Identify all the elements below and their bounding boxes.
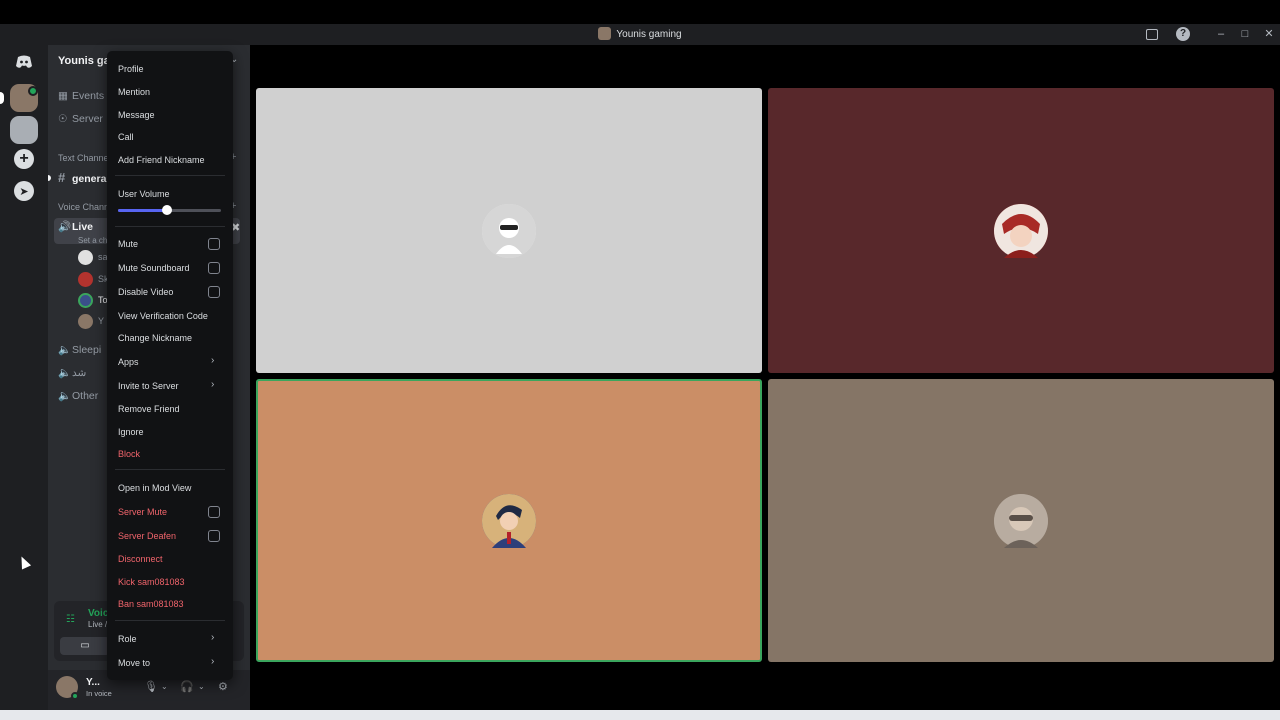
selected-server-pill [0, 92, 4, 104]
menu-label-user-volume: User Volume [118, 189, 170, 199]
close-icon[interactable]: ✕ [1262, 27, 1276, 41]
window-title-text: Younis gaming [616, 29, 682, 40]
menu-item-block[interactable]: Block [118, 449, 140, 459]
menu-divider [115, 226, 225, 227]
menu-item-message[interactable]: Message [118, 110, 155, 120]
speaker-icon: 🔊 [58, 221, 72, 233]
avatar [482, 493, 536, 548]
top-strip [0, 0, 1280, 24]
unread-indicator [48, 175, 51, 181]
video-stage [250, 45, 1280, 710]
microphone-icon[interactable]: 🎙 [144, 680, 158, 693]
menu-item-mention[interactable]: Mention [118, 87, 150, 97]
user-context-menu: Profile Mention Message Call Add Friend … [107, 51, 233, 680]
gear-icon[interactable]: ⚙ [218, 680, 228, 693]
server-icon-other[interactable] [10, 116, 38, 144]
chevron-right-icon: › [211, 355, 215, 366]
chevron-right-icon: › [211, 632, 215, 643]
menu-item-invite-to-server[interactable]: Invite to Server [118, 381, 179, 391]
menu-item-mute[interactable]: Mute [118, 239, 138, 249]
video-tile[interactable] [256, 88, 762, 373]
category-text[interactable]: Text Channe [58, 153, 109, 163]
video-tile[interactable] [768, 379, 1274, 662]
shield-icon: ☉ [58, 113, 68, 125]
signal-icon[interactable]: ☷ [66, 614, 75, 625]
window-title: Younis gaming [0, 27, 1280, 40]
channel-arabic[interactable]: 🔈شد [58, 366, 86, 379]
menu-item-move-to[interactable]: Move to [118, 658, 150, 668]
discord-home-icon[interactable] [10, 48, 38, 76]
title-bar: Younis gaming ? – □ ✕ [0, 24, 1280, 45]
chevron-down-icon[interactable]: ⌄ [198, 682, 205, 691]
mute-soundboard-checkbox[interactable] [208, 262, 220, 274]
menu-item-disable-video[interactable]: Disable Video [118, 287, 173, 297]
server-voice-badge [28, 86, 38, 96]
menu-item-mute-soundboard[interactable]: Mute Soundboard [118, 263, 190, 273]
add-server-icon[interactable]: + [14, 149, 34, 169]
channel-other[interactable]: 🔈Other [58, 389, 98, 402]
user-volume-slider-handle[interactable] [162, 205, 173, 215]
user-status: In voice [86, 689, 112, 698]
chevron-right-icon: › [211, 656, 215, 667]
inbox-icon[interactable] [1146, 29, 1158, 40]
mute-checkbox[interactable] [208, 238, 220, 250]
menu-divider [115, 620, 225, 621]
menu-item-add-friend-nickname[interactable]: Add Friend Nickname [118, 155, 205, 165]
avatar [78, 250, 93, 265]
avatar [78, 293, 93, 308]
channel-sleeping[interactable]: 🔈Sleepi [58, 343, 101, 356]
minimize-icon[interactable]: – [1214, 27, 1228, 41]
sidebar-item-server[interactable]: ☉ Server [58, 113, 103, 125]
menu-divider [115, 175, 225, 176]
explore-icon[interactable]: ➤ [14, 181, 34, 201]
menu-item-remove-friend[interactable]: Remove Friend [118, 404, 180, 414]
channel-general[interactable]: # genera [58, 170, 106, 185]
server-thumb-icon [598, 27, 612, 40]
menu-item-call[interactable]: Call [118, 132, 134, 142]
channel-live[interactable]: 🔊Live [58, 220, 93, 233]
menu-item-ignore[interactable]: Ignore [118, 427, 144, 437]
chevron-right-icon: › [211, 379, 215, 390]
hash-icon: # [58, 170, 66, 185]
menu-item-kick[interactable]: Kick sam081083 [118, 577, 185, 587]
menu-item-disconnect[interactable]: Disconnect [118, 554, 163, 564]
menu-item-change-nickname[interactable]: Change Nickname [118, 333, 192, 343]
avatar [482, 203, 536, 258]
category-voice[interactable]: Voice Chann [58, 202, 109, 212]
video-tile-speaking[interactable] [256, 379, 762, 662]
menu-item-server-deafen[interactable]: Server Deafen [118, 531, 176, 541]
menu-divider [115, 469, 225, 470]
menu-item-profile[interactable]: Profile [118, 64, 144, 74]
online-status-icon [71, 692, 79, 700]
camera-off-button[interactable]: ▭ [60, 637, 110, 655]
server-deafen-checkbox[interactable] [208, 530, 220, 542]
menu-item-ban[interactable]: Ban sam081083 [118, 599, 184, 609]
speaker-icon: 🔈 [58, 367, 72, 379]
avatar [78, 272, 93, 287]
menu-item-role[interactable]: Role [118, 634, 137, 644]
avatar [78, 314, 93, 329]
user-volume-slider-fill [118, 209, 168, 212]
menu-item-view-verification-code[interactable]: View Verification Code [118, 311, 208, 321]
menu-item-open-in-mod-view[interactable]: Open in Mod View [118, 483, 191, 493]
maximize-icon[interactable]: □ [1238, 27, 1252, 41]
headphones-icon[interactable]: 🎧 [180, 680, 194, 693]
menu-item-apps[interactable]: Apps [118, 357, 139, 367]
menu-item-server-mute[interactable]: Server Mute [118, 507, 167, 517]
os-taskbar [0, 710, 1280, 720]
calendar-icon: ▦ [58, 90, 68, 102]
speaker-icon: 🔈 [58, 390, 72, 402]
chevron-down-icon[interactable]: ⌄ [161, 682, 168, 691]
avatar [994, 203, 1048, 258]
help-icon[interactable]: ? [1176, 27, 1190, 41]
server-list: + ➤ [0, 45, 48, 710]
sidebar-item-events[interactable]: ▦ Events [58, 90, 104, 102]
speaker-icon: 🔈 [58, 344, 72, 356]
avatar [994, 493, 1048, 548]
server-mute-checkbox[interactable] [208, 506, 220, 518]
video-tile[interactable] [768, 88, 1274, 373]
disable-video-checkbox[interactable] [208, 286, 220, 298]
user-name[interactable]: Y... [86, 677, 100, 688]
